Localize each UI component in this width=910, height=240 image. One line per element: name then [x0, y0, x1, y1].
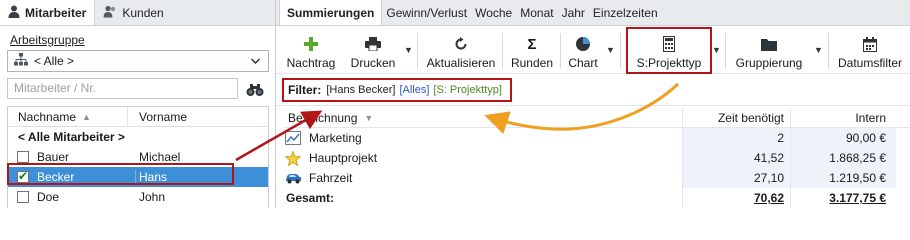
chart-dropdown-icon[interactable]: ▼	[606, 45, 615, 55]
toolbar-separator	[620, 33, 621, 69]
column-nachname[interactable]: Nachname ▲	[8, 107, 128, 126]
toolbar-separator	[502, 33, 503, 69]
sort-ascending-icon: ▲	[82, 111, 91, 122]
drucken-button[interactable]: Drucken	[348, 29, 398, 72]
projekttyp-dropdown-icon[interactable]: ▼	[712, 45, 721, 55]
employee-last-name: Becker	[37, 170, 136, 184]
printer-icon	[365, 34, 381, 54]
folder-icon	[761, 34, 777, 54]
employee-checkbox[interactable]	[17, 191, 29, 203]
list-item[interactable]: Bauer Michael	[8, 147, 268, 167]
toolbar: Nachtrag Drucken ▼ Aktualisieren Σ Runde…	[276, 27, 910, 74]
tab-jahr[interactable]: Jahr	[558, 0, 589, 25]
tab-mitarbeiter[interactable]: Mitarbeiter	[0, 0, 96, 25]
row-name: Marketing	[309, 131, 362, 145]
tab-mitarbeiter-label: Mitarbeiter	[25, 5, 87, 20]
toolbar-separator	[828, 33, 829, 69]
row-name: Fahrzeit	[309, 171, 353, 185]
pie-chart-icon	[575, 34, 591, 54]
tab-summierungen[interactable]: Summierungen	[279, 0, 383, 25]
filter-project-type-link[interactable]: [S: Projekttyp]	[433, 84, 501, 96]
projekttyp-button[interactable]: S:Projekttyp	[628, 29, 710, 72]
chart-icon	[284, 131, 302, 145]
row-time: 2	[682, 128, 790, 148]
employee-first-name: Michael	[139, 150, 181, 164]
people-icon	[103, 5, 117, 21]
summary-grid: Bezeichnung ▼ Zeit benötigt Intern Marke…	[284, 108, 910, 208]
person-icon	[8, 5, 20, 21]
tab-gewinn-verlust[interactable]: Gewinn/Verlust	[382, 0, 471, 25]
grid-header: Bezeichnung ▼ Zeit benötigt Intern	[284, 108, 910, 128]
total-time: 70,62	[682, 188, 790, 208]
main-panel: Summierungen Gewinn/Verlust Woche Monat …	[276, 0, 910, 208]
list-item-selected[interactable]: Becker Hans	[8, 167, 268, 187]
calendar-icon	[863, 34, 877, 54]
column-vorname[interactable]: Vorname	[128, 110, 187, 124]
column-intern[interactable]: Intern	[790, 108, 896, 127]
tab-kunden-label: Kunden	[122, 5, 164, 20]
car-icon	[284, 171, 302, 185]
plus-icon	[303, 34, 319, 54]
filter-bar: Filter: [Hans Becker] [Alles] [S: Projek…	[276, 76, 910, 106]
toolbar-separator	[417, 33, 418, 69]
column-zeit-benoetigt[interactable]: Zeit benötigt	[682, 108, 790, 127]
binoculars-icon[interactable]	[244, 79, 266, 99]
refresh-icon	[454, 34, 468, 54]
left-tab-bar: Mitarbeiter Kunden	[0, 0, 275, 26]
employee-checkbox[interactable]	[17, 151, 29, 163]
total-label: Gesamt:	[286, 191, 335, 205]
list-item-all-employees[interactable]: < Alle Mitarbeiter >	[8, 127, 268, 147]
gruppierung-dropdown-icon[interactable]: ▼	[814, 45, 823, 55]
left-panel: Mitarbeiter Kunden Arbeitsgruppe < Alle …	[0, 0, 276, 208]
filter-box: Filter: [Hans Becker] [Alles] [S: Projek…	[282, 78, 512, 102]
row-time: 27,10	[682, 168, 790, 188]
employee-last-name: Bauer	[37, 150, 70, 164]
total-intern: 3.177,75 €	[790, 188, 896, 208]
row-intern: 90,00 €	[790, 128, 896, 148]
org-chart-icon	[14, 53, 28, 69]
aktualisieren-button[interactable]: Aktualisieren	[424, 29, 498, 72]
row-time: 41,52	[682, 148, 790, 168]
group-select[interactable]: < Alle >	[7, 50, 269, 72]
employee-list-header: Nachname ▲ Vorname	[8, 107, 268, 127]
star-icon	[284, 150, 302, 166]
table-row[interactable]: Fahrzeit 27,10 1.219,50 €	[284, 168, 910, 188]
employee-last-name: Doe	[37, 190, 60, 204]
datumsfilter-button[interactable]: Datumsfilter	[834, 29, 906, 72]
chart-button[interactable]: Chart	[566, 29, 600, 72]
main-tab-bar: Summierungen Gewinn/Verlust Woche Monat …	[276, 0, 910, 26]
employee-checkbox[interactable]	[17, 169, 29, 183]
row-intern: 1.219,50 €	[790, 168, 896, 188]
column-bezeichnung[interactable]: Bezeichnung ▼	[284, 111, 682, 125]
chevron-down-icon[interactable]	[250, 54, 261, 71]
nachtrag-button[interactable]: Nachtrag	[284, 29, 338, 72]
row-intern: 1.868,25 €	[790, 148, 896, 168]
table-row[interactable]: Marketing 2 90,00 €	[284, 128, 910, 148]
employee-first-name: John	[139, 190, 166, 204]
toolbar-separator	[560, 33, 561, 69]
employee-search-input[interactable]: Mitarbeiter / Nr.	[7, 78, 238, 99]
table-row[interactable]: Hauptprojekt 41,52 1.868,25 €	[284, 148, 910, 168]
filter-employee: [Hans Becker]	[326, 84, 396, 96]
total-row: Gesamt: 70,62 3.177,75 €	[284, 188, 910, 208]
gruppierung-button[interactable]: Gruppierung	[730, 29, 808, 72]
employee-first-name: Hans	[139, 170, 168, 184]
calculator-icon	[663, 34, 675, 54]
toolbar-separator	[725, 33, 726, 69]
drucken-dropdown-icon[interactable]: ▼	[404, 45, 413, 55]
filter-all-link[interactable]: [Alles]	[399, 84, 429, 96]
tab-einzelzeiten[interactable]: Einzelzeiten	[589, 0, 662, 25]
employee-list: Nachname ▲ Vorname < Alle Mitarbeiter > …	[7, 106, 269, 208]
runden-button[interactable]: Σ Runden	[508, 29, 556, 72]
list-item[interactable]: Doe John	[8, 187, 268, 207]
tab-woche[interactable]: Woche	[471, 0, 516, 25]
tab-monat[interactable]: Monat	[516, 0, 557, 25]
tab-kunden[interactable]: Kunden	[95, 0, 171, 25]
row-name: Hauptprojekt	[309, 151, 378, 165]
group-label: Arbeitsgruppe	[10, 33, 85, 47]
filter-label: Filter:	[288, 83, 322, 97]
sigma-icon: Σ	[527, 35, 537, 53]
group-select-value: < Alle >	[34, 54, 75, 68]
sort-descending-icon: ▼	[364, 112, 374, 123]
